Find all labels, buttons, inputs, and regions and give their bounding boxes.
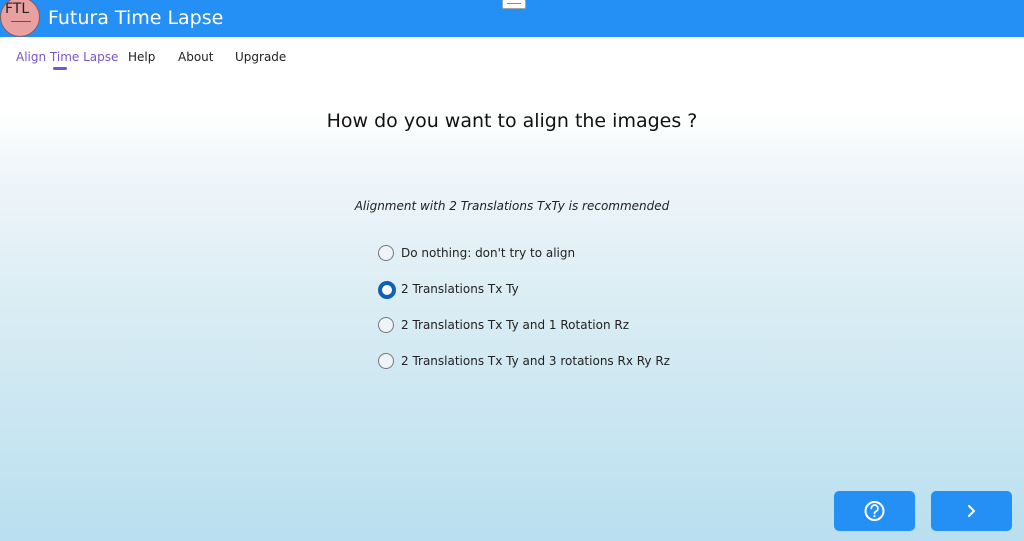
radio-button[interactable]: [378, 353, 394, 369]
menu-item-about[interactable]: About: [178, 50, 213, 64]
logo-decoration: [11, 21, 31, 30]
chevron-right-icon: [968, 505, 975, 517]
radio-button-selected[interactable]: [378, 281, 396, 299]
logo-text: FTL: [5, 1, 30, 17]
next-button[interactable]: [931, 491, 1012, 531]
menu-bar: Align Time Lapse Help About Upgrade: [0, 37, 1024, 77]
option-label: Do nothing: don't try to align: [401, 246, 576, 260]
option-label: 2 Translations Tx Ty: [401, 282, 519, 296]
help-circle-icon: [864, 501, 885, 521]
menu-item-upgrade[interactable]: Upgrade: [235, 50, 286, 64]
menu-item-help[interactable]: Help: [128, 50, 155, 64]
app-title: Futura Time Lapse: [48, 7, 224, 29]
page-title: How do you want to align the images ?: [326, 110, 698, 132]
recommendation-hint: Alignment with 2 Translations TxTy is re…: [354, 199, 670, 213]
menu-item-align-time-lapse[interactable]: Align Time Lapse: [16, 50, 118, 64]
radio-button[interactable]: [378, 245, 394, 261]
active-tab-indicator: [53, 67, 67, 70]
help-button[interactable]: [834, 491, 915, 531]
app-logo: FTL: [0, 0, 40, 37]
option-label: 2 Translations Tx Ty and 1 Rotation Rz: [401, 318, 629, 332]
radio-button[interactable]: [378, 317, 394, 333]
option-label: 2 Translations Tx Ty and 3 rotations Rx …: [401, 354, 670, 368]
window-drag-handle[interactable]: [502, 0, 526, 9]
